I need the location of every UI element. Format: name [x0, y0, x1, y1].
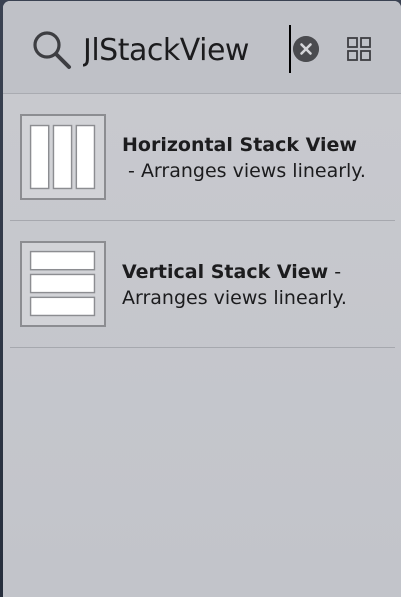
search-bar [3, 1, 401, 94]
grid-view-icon[interactable] [345, 35, 373, 63]
result-description: Arranges views linearly. [122, 287, 347, 309]
search-input[interactable] [83, 27, 295, 75]
result-vertical-stack-view[interactable]: Vertical Stack View - Arranges views lin… [10, 221, 395, 348]
search-icon [33, 31, 71, 69]
result-description: Arranges views linearly. [140, 160, 366, 182]
result-separator: - [122, 160, 141, 182]
object-library-popover: Horizontal Stack View - Arranges views l… [3, 1, 401, 597]
vertical-stack-view-icon [20, 241, 106, 327]
text-cursor [289, 25, 291, 73]
result-text: Horizontal Stack View - Arranges views l… [122, 132, 382, 184]
clear-search-button[interactable] [293, 36, 319, 62]
result-title: Horizontal Stack View [122, 134, 357, 156]
result-separator: - [328, 261, 348, 283]
result-text: Vertical Stack View - Arranges views lin… [122, 259, 382, 311]
horizontal-stack-view-icon [20, 114, 106, 200]
result-horizontal-stack-view[interactable]: Horizontal Stack View - Arranges views l… [10, 94, 395, 221]
result-title: Vertical Stack View [122, 261, 329, 283]
